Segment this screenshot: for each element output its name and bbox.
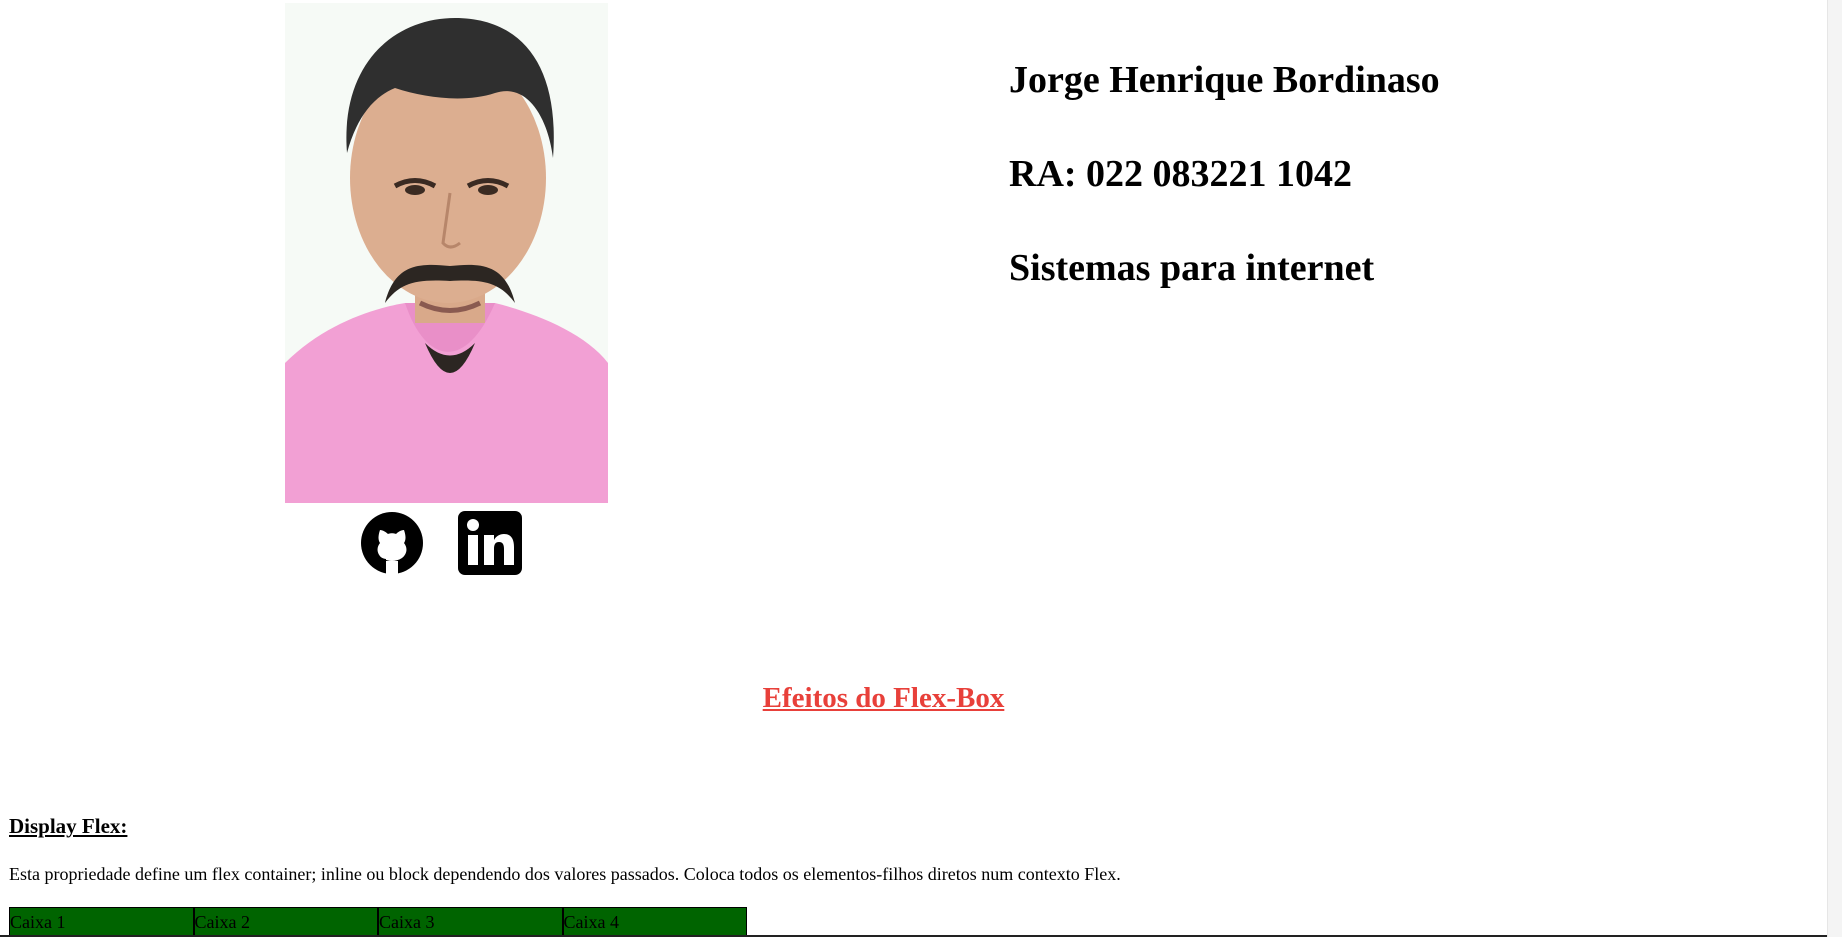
linkedin-icon[interactable] (457, 510, 523, 576)
portrait-image (285, 3, 608, 503)
display-flex-description: Esta propriedade define um flex containe… (9, 864, 1121, 884)
flex-box-3: Caixa 3 (378, 907, 563, 937)
profile-ra: RA: 022 083221 1042 (1009, 153, 1353, 195)
profile-photo (285, 3, 608, 503)
flex-box-1: Caixa 1 (9, 907, 194, 937)
vertical-scrollbar[interactable] (1827, 0, 1842, 937)
flex-container: Caixa 1 Caixa 2 Caixa 3 Caixa 4 (9, 907, 747, 937)
display-flex-heading: Display Flex: (9, 814, 128, 838)
profile-course: Sistemas para internet (1009, 247, 1375, 289)
flex-box-4: Caixa 4 (562, 907, 747, 937)
social-links (355, 510, 535, 576)
flex-box-2: Caixa 2 (193, 907, 378, 937)
github-icon[interactable] (359, 510, 425, 576)
profile-info: Jorge Henrique Bordinaso RA: 022 083221 … (1009, 59, 1440, 342)
profile-name: Jorge Henrique Bordinaso (1009, 59, 1440, 101)
section-title: Efeitos do Flex-Box (762, 682, 1005, 714)
profile-section: Jorge Henrique Bordinaso RA: 022 083221 … (0, 0, 1842, 600)
